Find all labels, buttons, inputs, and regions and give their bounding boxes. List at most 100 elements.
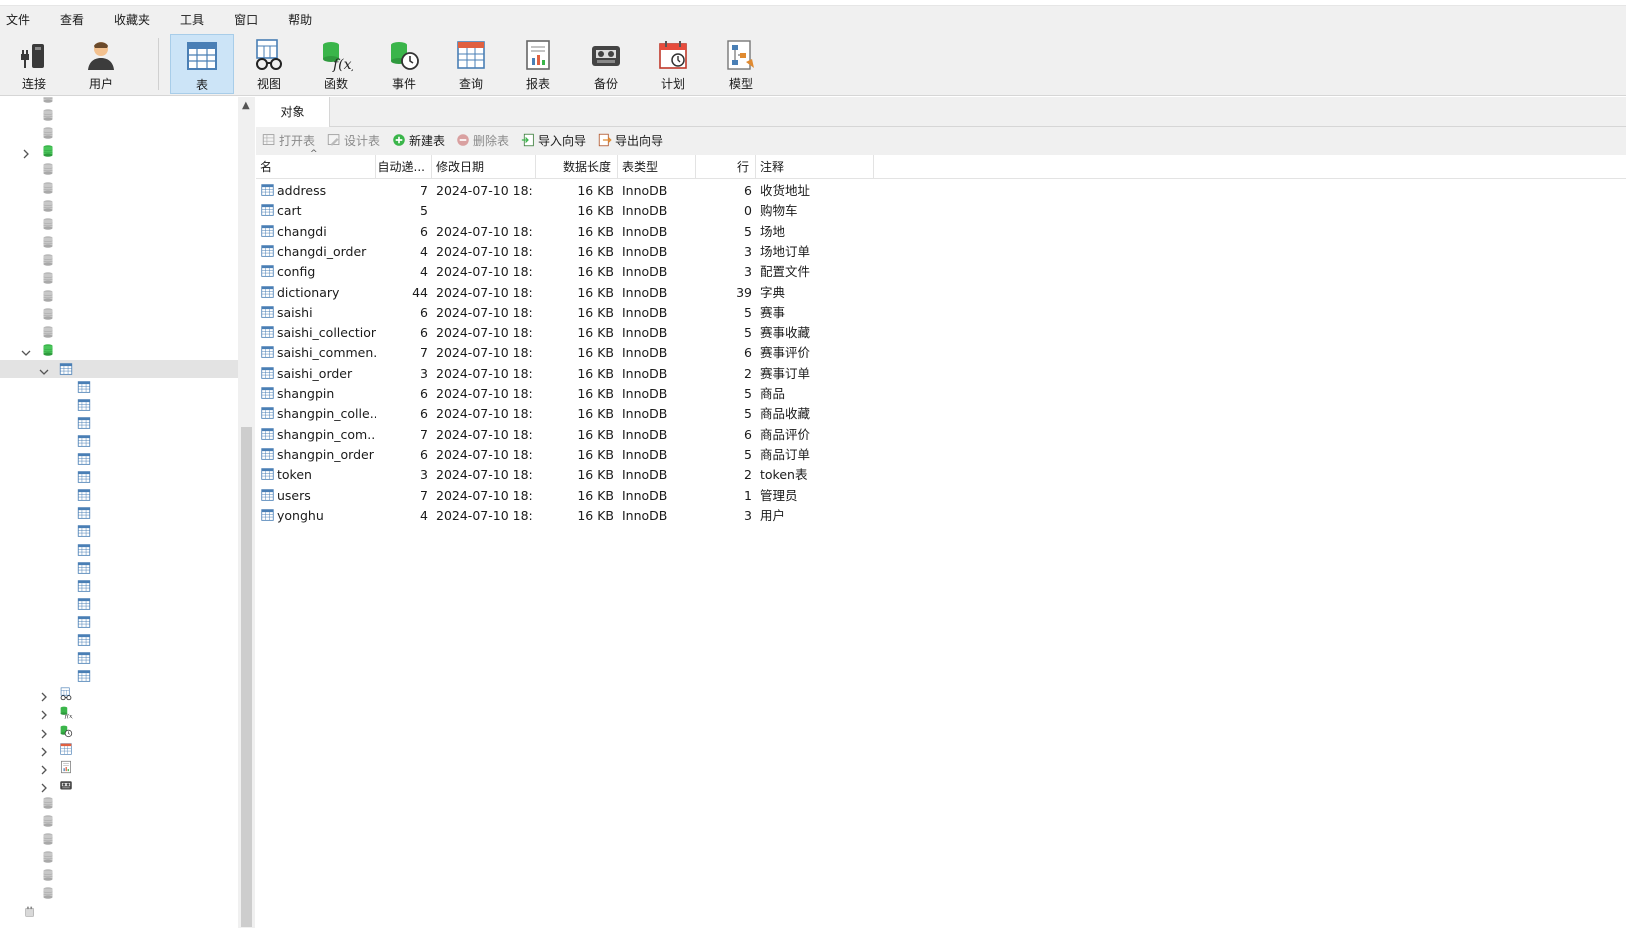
tree-db-study-mysql[interactable] (0, 269, 238, 287)
tree-table-yonghu[interactable] (0, 667, 238, 685)
tree-table-address[interactable] (0, 378, 238, 396)
tree-db-practical_training[interactable] (0, 197, 238, 215)
tree-table-saishi[interactable] (0, 486, 238, 504)
tree-table-shangpin_order[interactable] (0, 613, 238, 631)
tree-db-oracle[interactable] (0, 160, 238, 178)
tree-db-worldcup[interactable] (0, 866, 238, 884)
tree-group-query[interactable] (0, 740, 238, 758)
tab-objects[interactable]: 对象 (256, 97, 330, 127)
tree-table-cart[interactable] (0, 396, 238, 414)
menu-item-0[interactable]: 文件 (6, 11, 30, 28)
chevron-right-icon[interactable] (39, 744, 49, 757)
toolbar-button-table[interactable]: 表 (170, 34, 234, 94)
chevron-right-icon[interactable] (39, 762, 49, 775)
tree-table-dictionary[interactable] (0, 468, 238, 486)
table-row[interactable]: shangpin_colle... 6 2024-07-10 18:5... 16 K… (256, 403, 1156, 424)
tree-group-report[interactable] (0, 758, 238, 776)
table-row[interactable]: saishi_collection 6 2024-07-10 18:5... 16 K… (256, 322, 1156, 343)
tree-db-performance_schema[interactable] (0, 179, 238, 197)
tree-table-saishi_order[interactable] (0, 541, 238, 559)
table-row[interactable]: config 4 2024-07-10 18:5... 16 KB InnoDB 3 配置文… (256, 261, 1156, 282)
tree-table-saishi_collection[interactable] (0, 504, 238, 522)
tree-db-oauth-center[interactable] (0, 106, 238, 124)
menu-item-4[interactable]: 窗口 (234, 11, 258, 28)
table-row[interactable]: shangpin_order 6 2024-07-10 18:5... 16 KB In… (256, 444, 1156, 465)
table-row[interactable]: users 7 2024-07-10 18:5... 16 KB InnoDB 1 管理员 (256, 485, 1156, 506)
scrollbar-thumb[interactable] (241, 427, 252, 927)
column-header-5[interactable]: 行 (696, 155, 756, 179)
column-header-3[interactable]: 数据长度 (536, 155, 618, 179)
chevron-right-icon[interactable] (39, 689, 49, 702)
chevron-right-icon[interactable] (39, 726, 49, 738)
toolbar-button-view-glasses[interactable]: 视图 (237, 34, 301, 94)
object-toolbar-delete-table[interactable]: 删除表 (456, 132, 509, 150)
table-row[interactable]: saishi 6 2024-07-10 18:5... 16 KB InnoDB 5 赛事 (256, 302, 1156, 323)
tree-db-ods_football_hbs[interactable] (0, 124, 238, 142)
tree-db-nodejsgl9ig[interactable] (0, 97, 238, 106)
object-toolbar-import-wizard[interactable]: 导入向导 (521, 132, 586, 150)
toolbar-button-backup[interactable]: 备份 (574, 34, 638, 94)
chevron-down-icon[interactable] (21, 345, 31, 357)
table-row[interactable]: saishi_order 3 2024-07-10 18:5... 16 KB Inno… (256, 363, 1156, 384)
toolbar-button-user[interactable]: 用户 (69, 34, 133, 94)
menu-item-5[interactable]: 帮助 (288, 11, 312, 28)
tree-db-ry-vue[interactable] (0, 251, 238, 269)
chevron-right-icon[interactable] (21, 146, 31, 159)
tree-db-university-smart-life-platform[interactable] (0, 812, 238, 830)
table-row[interactable]: dictionary 44 2024-07-10 18:5... 16 KB InnoD… (256, 282, 1156, 303)
toolbar-button-event-clock[interactable]: 事件 (372, 34, 436, 94)
object-toolbar-export-wizard[interactable]: 导出向导 (598, 132, 663, 150)
object-toolbar-open-table[interactable]: 打开表 (262, 132, 315, 150)
tree-db-open[interactable] (0, 341, 238, 359)
tree-group-event-clock[interactable] (0, 722, 238, 740)
toolbar-button-schedule-calendar[interactable]: 计划 (641, 34, 705, 94)
table-row[interactable]: saishi_commen... 7 2024-07-10 18:5... 16 KB… (256, 342, 1156, 363)
toolbar-button-function-fx[interactable]: f(x) 函数 (304, 34, 368, 94)
tree-db-ycy-user-center[interactable] (0, 884, 238, 902)
table-row[interactable]: shangpin_com... 7 2024-07-10 18:5... 16 KB I… (256, 424, 1156, 445)
tree-scrollbar[interactable]: ▲ (238, 97, 255, 928)
table-row[interactable]: changdi_order 4 2024-07-10 18:5... 16 KB Inn… (256, 241, 1156, 262)
tree-db-pythono96lkgl4[interactable] (0, 233, 238, 251)
tree-group-backup[interactable] (0, 776, 238, 794)
table-row[interactable]: yonghu 4 2024-07-10 18:5... 16 KB InnoDB 3 用户 (256, 505, 1156, 526)
table-row[interactable]: shangpin 6 2024-07-10 18:5... 16 KB InnoDB 5商… (256, 383, 1156, 404)
tree-group-function-fx[interactable]: f(x) (0, 703, 238, 721)
table-row[interactable]: address 7 2024-07-10 18:5... 16 KB InnoDB 6 收货… (256, 180, 1156, 201)
tree-db-pythonju3u29c0[interactable] (0, 215, 238, 233)
tree-db-test[interactable] (0, 305, 238, 323)
column-header-4[interactable]: 表类型 (618, 155, 696, 179)
table-row[interactable]: token 3 2024-07-10 18:5... 16 KB InnoDB 2 toke… (256, 464, 1156, 485)
tree-db-onlyzaixianshangcheng[interactable] (0, 142, 238, 160)
column-header-6[interactable]: 注释 (756, 155, 874, 179)
tree-table-changdi[interactable] (0, 414, 238, 432)
menu-item-1[interactable]: 查看 (60, 11, 84, 28)
tree-table-config[interactable] (0, 450, 238, 468)
tree-db-sup[interactable] (0, 287, 238, 305)
tree-db-university-task-system[interactable] (0, 830, 238, 848)
tree-connection[interactable] (0, 903, 238, 921)
tree-table-saishi_commentback[interactable] (0, 522, 238, 540)
tree-db-testdb[interactable] (0, 323, 238, 341)
toolbar-button-model[interactable]: 模型 (709, 34, 773, 94)
chevron-right-icon[interactable] (39, 780, 49, 793)
scroll-up-icon[interactable]: ▲ (242, 100, 250, 111)
menu-item-3[interactable]: 工具 (180, 11, 204, 28)
tree-table-shangpin_commentback[interactable] (0, 595, 238, 613)
table-row[interactable]: changdi 6 2024-07-10 18:5... 16 KB InnoDB 5 场地 (256, 221, 1156, 242)
chevron-right-icon[interactable] (39, 707, 49, 720)
column-header-2[interactable]: 修改日期 (432, 155, 536, 179)
tree-group-view-glasses[interactable] (0, 685, 238, 703)
tree-table-token[interactable] (0, 631, 238, 649)
toolbar-button-report[interactable]: 报表 (506, 34, 570, 94)
chevron-down-icon[interactable] (39, 364, 49, 375)
toolbar-button-connection-plug[interactable]: 连接 (2, 34, 66, 94)
menu-item-2[interactable]: 收藏夹 (114, 11, 150, 28)
tree-table-users[interactable] (0, 649, 238, 667)
table-row[interactable]: cart 5 16 KB InnoDB 0 购物车 (256, 200, 1156, 221)
object-toolbar-new-table[interactable]: 新建表 (392, 132, 445, 150)
tree-table-changdi_order[interactable] (0, 432, 238, 450)
object-toolbar-design-table[interactable]: 设计表 (327, 132, 380, 150)
tree-db-wl_mybatis[interactable] (0, 848, 238, 866)
tree-db-tmail[interactable] (0, 794, 238, 812)
